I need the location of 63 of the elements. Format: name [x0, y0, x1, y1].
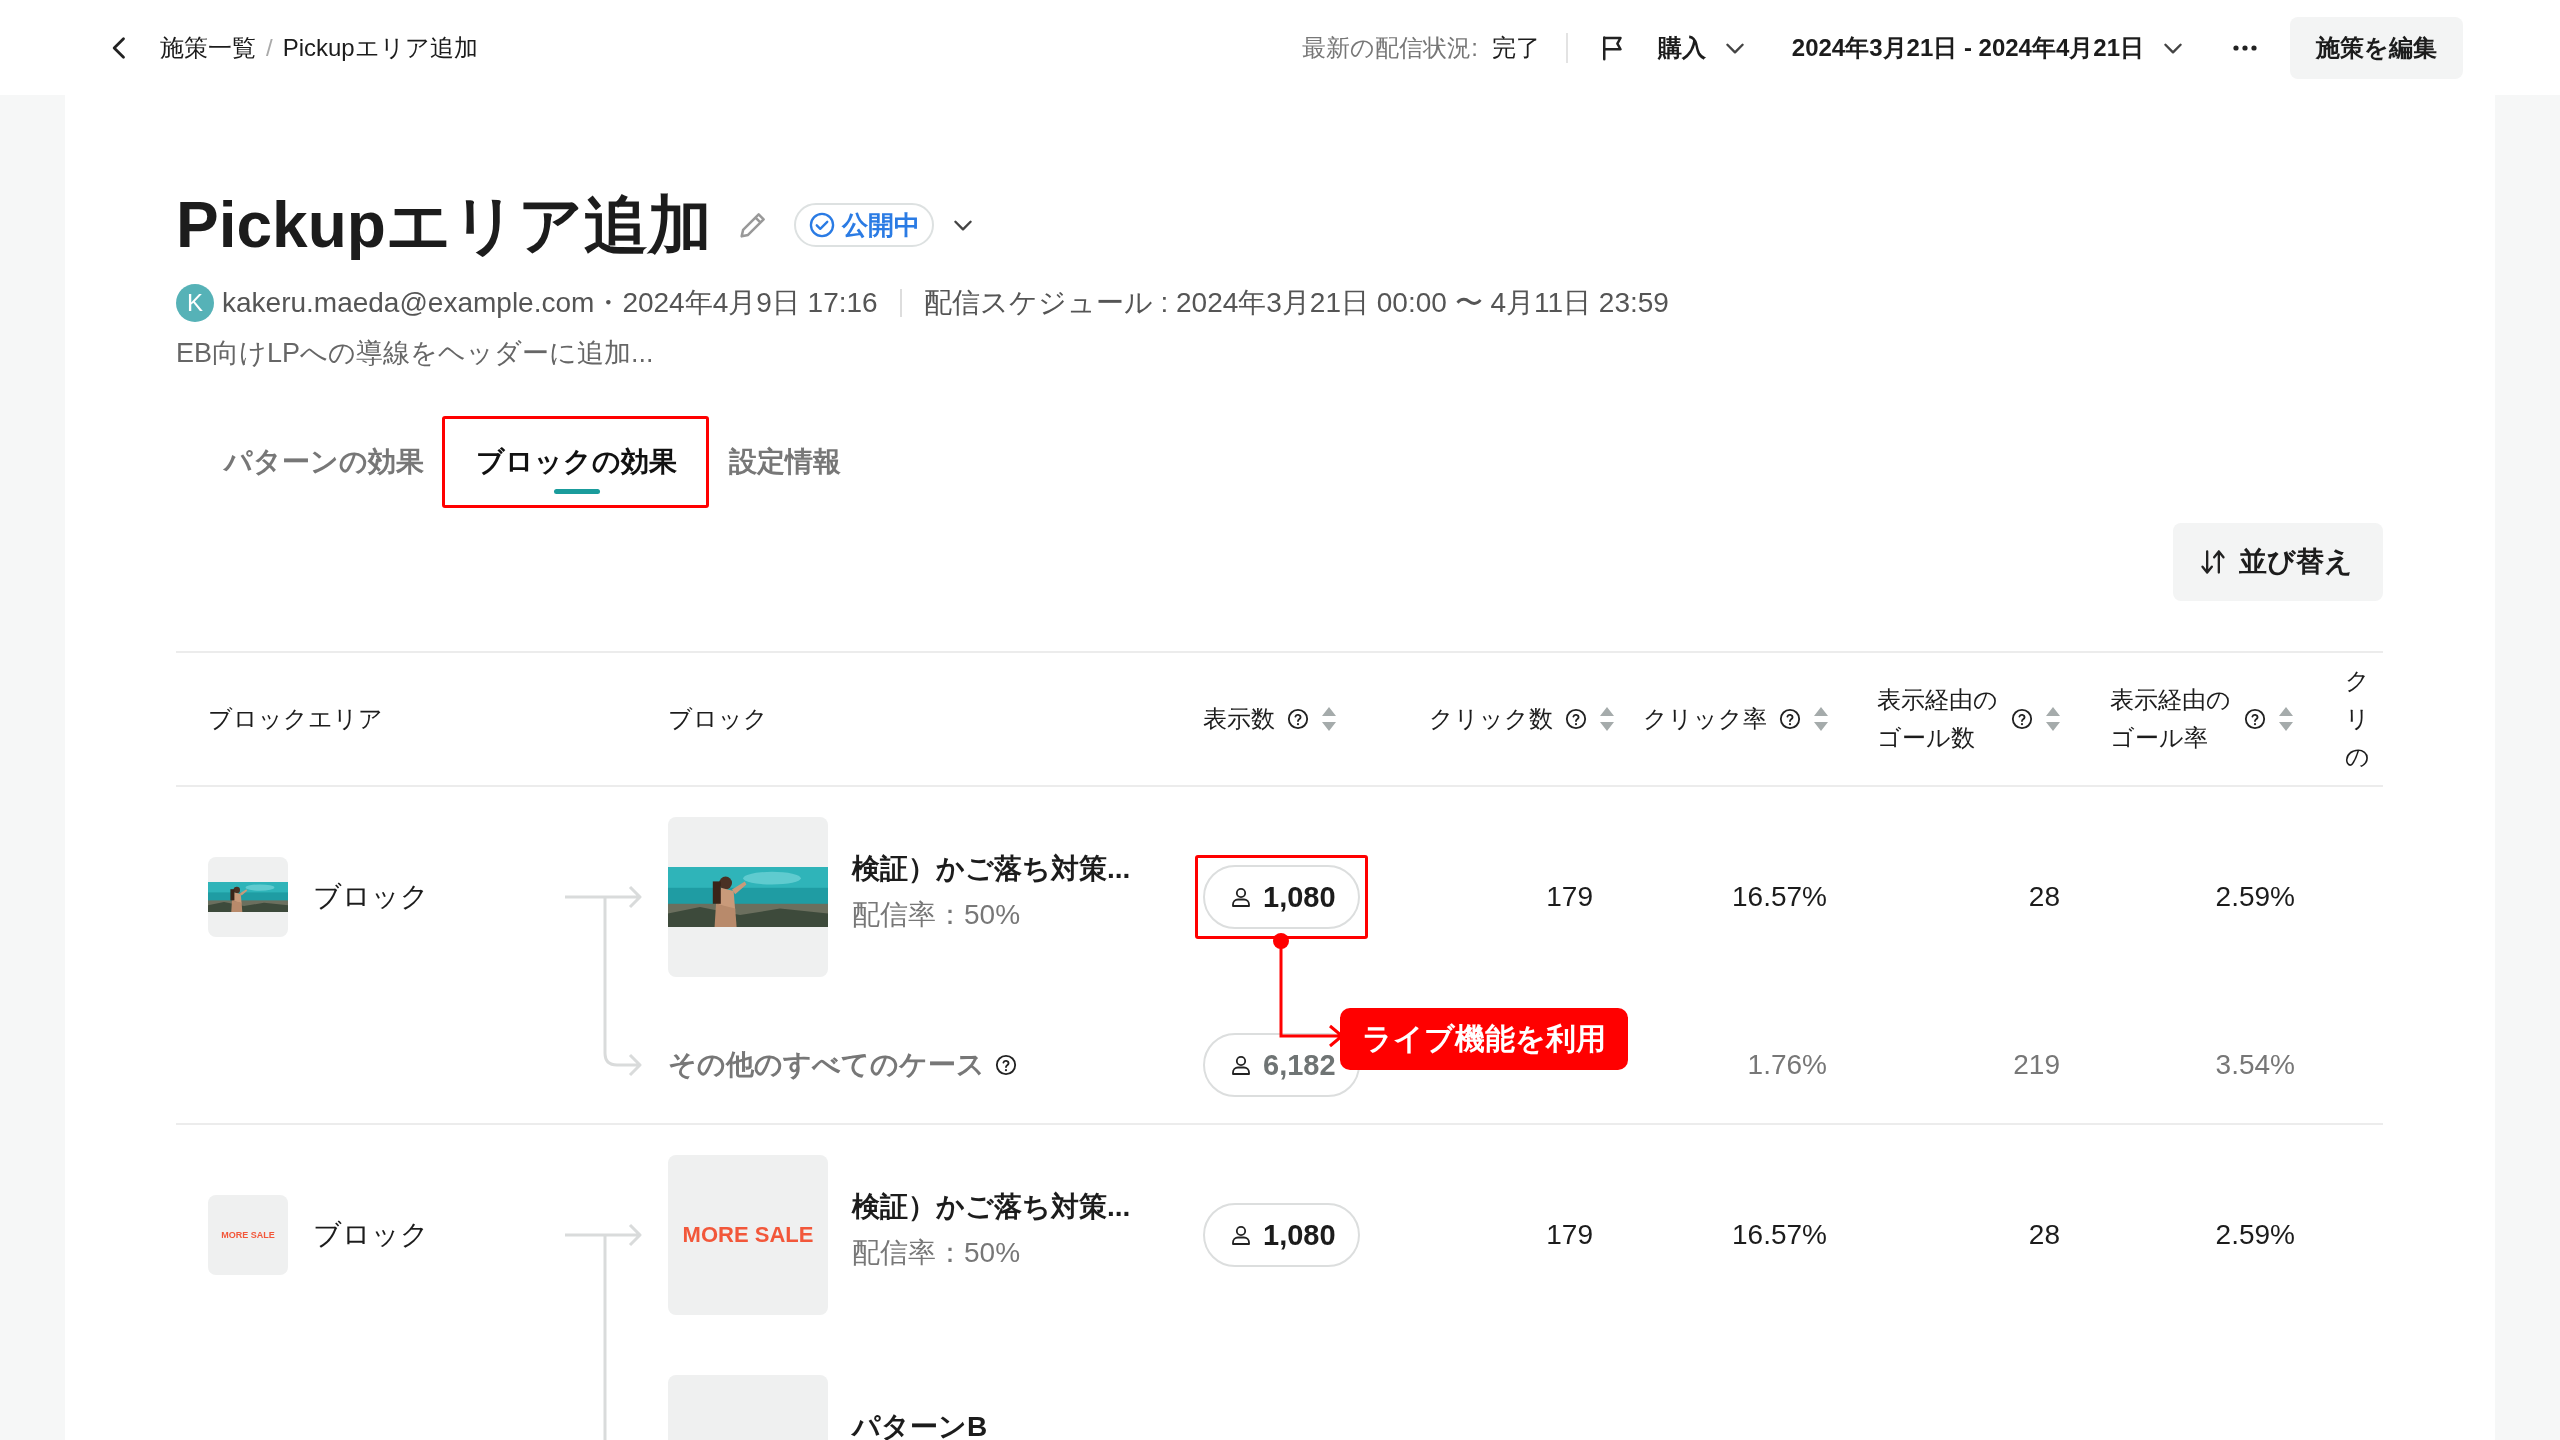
callout-label: ライブ機能を利用 — [1340, 1008, 1628, 1070]
column-header: 表示数 — [1203, 704, 1275, 734]
table-cell: 1.76% — [1747, 1049, 1827, 1081]
table-cell: 28 — [2028, 881, 2060, 913]
help-icon[interactable] — [1287, 708, 1309, 730]
distribution-rate: 配信率：50% — [852, 1236, 1022, 1270]
table-cell: 2.59% — [2215, 1219, 2295, 1251]
block-area-label: ブロック — [313, 880, 429, 914]
pattern-title[interactable]: パターンB — [852, 1408, 988, 1440]
column-header: クリック率 — [1643, 704, 1767, 734]
column-header: 表示経由のゴール数 — [1877, 685, 1999, 753]
tab[interactable]: パターンの効果 — [198, 416, 450, 508]
table-cell: 16.57% — [1732, 881, 1827, 913]
page-title: Pickupエリア追加 — [176, 188, 712, 263]
table-cell: 28 — [2028, 1219, 2060, 1251]
table-cell: 2.59% — [2215, 881, 2295, 913]
help-icon[interactable] — [1565, 708, 1587, 730]
avatar: K — [176, 284, 214, 322]
date-range-dropdown[interactable]: 2024年3月21日 - 2024年4月21日 — [1791, 31, 2186, 64]
table-cell: 179 — [1546, 881, 1593, 913]
help-icon[interactable] — [2244, 708, 2267, 730]
distribution-rate: 配信率：50% — [852, 898, 1022, 932]
user-icon — [1229, 1223, 1253, 1247]
table-cell: 16.57% — [1732, 1219, 1827, 1251]
column-header: 表示経由のゴール率 — [2110, 685, 2232, 753]
help-icon[interactable] — [2011, 708, 2034, 730]
column-header: ブロック — [668, 704, 768, 734]
author-email: kakeru.maeda@example.com — [222, 287, 595, 319]
status-badge[interactable]: 公開中 — [793, 203, 934, 247]
user-icon — [1229, 885, 1253, 909]
user-icon — [1229, 1053, 1253, 1077]
tab[interactable]: ブロックの効果 — [450, 416, 703, 508]
table-cell: 179 — [1546, 1219, 1593, 1251]
column-header: クリック数 — [1429, 704, 1553, 734]
help-icon[interactable] — [1779, 708, 1801, 730]
help-icon[interactable] — [995, 1054, 1017, 1076]
other-cases-label: その他のすべてのケース — [668, 1048, 985, 1082]
banner-text: MORE SALE — [682, 1222, 814, 1248]
count-text: 1,080 — [1263, 1218, 1336, 1252]
tab-underline — [553, 489, 600, 494]
column-header: ブロックエリア — [208, 704, 383, 734]
sort-arrows-icon — [2199, 548, 2227, 576]
status-label: 最新の配信状況: — [1302, 32, 1478, 63]
block-area-label: ブロック — [313, 1218, 429, 1252]
sort-button[interactable]: 並び替え — [2173, 523, 2383, 601]
edit-button[interactable]: 施策を編集 — [2290, 16, 2463, 79]
breadcrumb-link[interactable]: 施策一覧 — [160, 31, 256, 64]
count-text: 1,080 — [1263, 880, 1336, 914]
check-circle-icon — [807, 211, 836, 239]
banner-text: MORE SALE — [221, 1230, 275, 1240]
table-cell: 3.54% — [2215, 1049, 2295, 1081]
tab[interactable]: 設定情報 — [703, 416, 867, 508]
breadcrumb-separator: / — [266, 33, 273, 62]
status-value: 完了 — [1491, 32, 1540, 63]
pattern-title[interactable]: 検証）かご落ち対策... — [852, 1188, 1131, 1226]
schedule-text: 配信スケジュール : 2024年3月21日 00:00 〜 4月11日 23:59 — [923, 286, 1669, 320]
table-cell: 219 — [2013, 1049, 2060, 1081]
count-text: 6,182 — [1263, 1048, 1336, 1082]
pattern-title[interactable]: 検証）かご落ち対策... — [852, 850, 1131, 888]
goal-dropdown[interactable]: 購入 — [1597, 31, 1748, 64]
updated-date: ・2024年4月9日 17:16 — [594, 286, 878, 320]
column-header: クリの — [2345, 666, 2371, 772]
description-text: EB向けLPへの導線をヘッダーに追加... — [176, 337, 655, 370]
